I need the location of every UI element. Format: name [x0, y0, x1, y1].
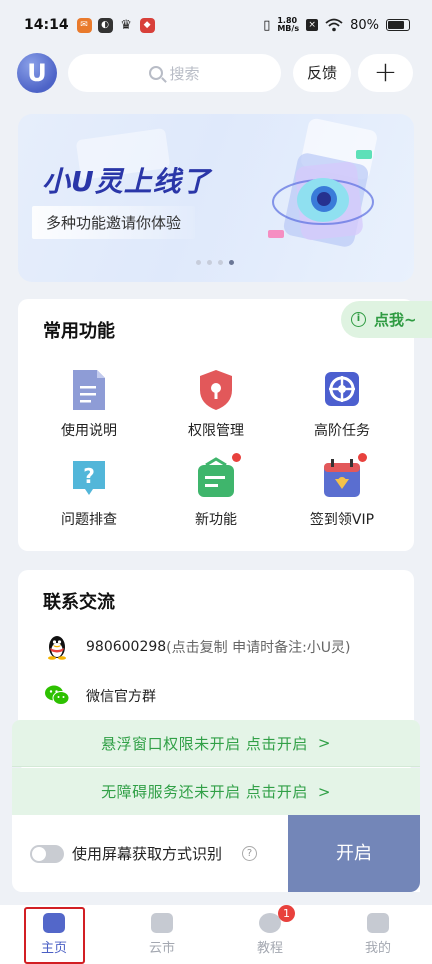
function-instructions[interactable]: 使用说明	[29, 368, 149, 440]
search-input[interactable]: 搜索	[68, 54, 281, 92]
wifi-icon	[325, 18, 343, 32]
function-label: 签到领VIP	[309, 512, 375, 528]
app-header: U 搜索 反馈 +	[0, 52, 432, 96]
notification-dot	[232, 453, 241, 462]
battery-percent: 80%	[350, 17, 379, 33]
home-highlight-box	[24, 907, 85, 964]
banner-subtitle: 多种功能邀请你体验	[32, 206, 196, 239]
search-icon	[149, 66, 164, 80]
qq-penguin-icon	[44, 634, 70, 660]
function-label: 问题排查	[61, 512, 117, 528]
battery-icon	[386, 19, 410, 31]
notification-app-icon: ✉	[76, 17, 92, 33]
screen-capture-label: 使用屏幕获取方式识别	[72, 845, 223, 863]
profile-icon	[367, 913, 389, 933]
nav-label: 教程	[256, 941, 283, 956]
status-bar: 14:14 ✉ ◐ ♛ ◆ ▯ 1.80 MB/s × 80%	[0, 0, 432, 50]
document-icon	[69, 368, 109, 412]
chevron-right-icon: >	[317, 734, 331, 752]
function-checkin-vip[interactable]: 签到领VIP	[282, 453, 402, 529]
eye-illustration-icon	[268, 150, 374, 247]
qq-hint: (点击复制 申请时备注:小U灵)	[166, 640, 351, 656]
pagination-dot-active[interactable]	[229, 260, 234, 265]
add-button[interactable]: +	[358, 54, 413, 92]
float-window-permission-banner[interactable]: 悬浮窗口权限未开启 点击开启 >	[12, 720, 420, 767]
function-new-features[interactable]: 新功能	[156, 453, 276, 529]
banner-title: 小U灵上线了	[42, 165, 211, 198]
nav-tutorial[interactable]: 1 教程	[216, 905, 324, 964]
function-permissions[interactable]: 权限管理	[156, 368, 276, 440]
function-label: 权限管理	[188, 423, 244, 439]
qq-number: 980600298	[86, 639, 167, 655]
accessibility-service-banner[interactable]: 无障碍服务还未开启 点击开启 >	[12, 768, 420, 815]
screen-capture-toggle[interactable]	[30, 845, 64, 863]
store-icon	[151, 913, 173, 933]
close-box-icon: ×	[306, 19, 319, 31]
info-icon: i	[351, 312, 366, 327]
help-icon[interactable]: ?	[242, 846, 257, 861]
accessibility-warning-text: 无障碍服务还未开启 点击开启	[101, 783, 308, 801]
notification-dot	[358, 453, 367, 462]
app-logo[interactable]: U	[17, 53, 57, 93]
net-speed-unit: MB/s	[277, 24, 300, 33]
svg-text:?: ?	[83, 464, 95, 488]
notification-app-icon: ◆	[139, 17, 155, 33]
contact-title: 联系交流	[43, 592, 115, 613]
function-label: 新功能	[195, 512, 237, 528]
nav-label: 我的	[364, 941, 391, 956]
start-button[interactable]: 开启	[288, 815, 420, 892]
pagination-dot[interactable]	[207, 260, 212, 265]
wechat-icon	[44, 683, 70, 709]
pagination-dot[interactable]	[196, 260, 201, 265]
calendar-vip-icon	[322, 453, 367, 501]
net-speed: 1.80 MB/s	[277, 17, 299, 33]
function-troubleshoot[interactable]: ? 问题排查	[29, 457, 149, 529]
pagination-dot[interactable]	[218, 260, 223, 265]
float-window-warning-text: 悬浮窗口权限未开启 点击开启	[101, 734, 308, 753]
tap-me-label: 点我~	[374, 311, 417, 329]
shield-lock-icon	[196, 368, 236, 412]
function-advanced-tasks[interactable]: 高阶任务	[282, 368, 402, 440]
function-label: 高阶任务	[314, 423, 370, 439]
nav-mine[interactable]: 我的	[324, 905, 432, 964]
wechat-contact-row[interactable]: 微信官方群	[44, 683, 156, 709]
question-chat-icon: ?	[69, 457, 109, 501]
wechat-label: 微信官方群	[86, 689, 156, 705]
chevron-right-icon: >	[317, 782, 331, 801]
common-functions-title: 常用功能	[43, 321, 115, 342]
feedback-button[interactable]: 反馈	[293, 54, 351, 92]
function-label: 使用说明	[61, 423, 117, 439]
search-placeholder: 搜索	[169, 64, 200, 83]
banner-pagination	[196, 260, 234, 265]
tap-me-button[interactable]: i 点我~	[341, 301, 432, 338]
notification-badge: 1	[278, 905, 295, 922]
chat-bubbles-icon: 1	[259, 905, 295, 933]
qq-contact-row[interactable]: 980600298 (点击复制 申请时备注:小U灵)	[44, 634, 351, 660]
new-feature-icon	[196, 453, 241, 501]
logo-letter: U	[27, 59, 47, 87]
notification-app-icon: ◐	[97, 17, 113, 33]
status-time: 14:14	[24, 17, 69, 33]
nav-cloud-market[interactable]: 云市	[108, 905, 216, 964]
vibrate-icon: ▯	[263, 17, 271, 33]
nav-label: 云市	[148, 941, 175, 956]
target-icon	[322, 368, 362, 412]
promo-banner[interactable]: 小U灵上线了 多种功能邀请你体验	[18, 114, 414, 282]
crown-icon: ♛	[120, 17, 132, 33]
